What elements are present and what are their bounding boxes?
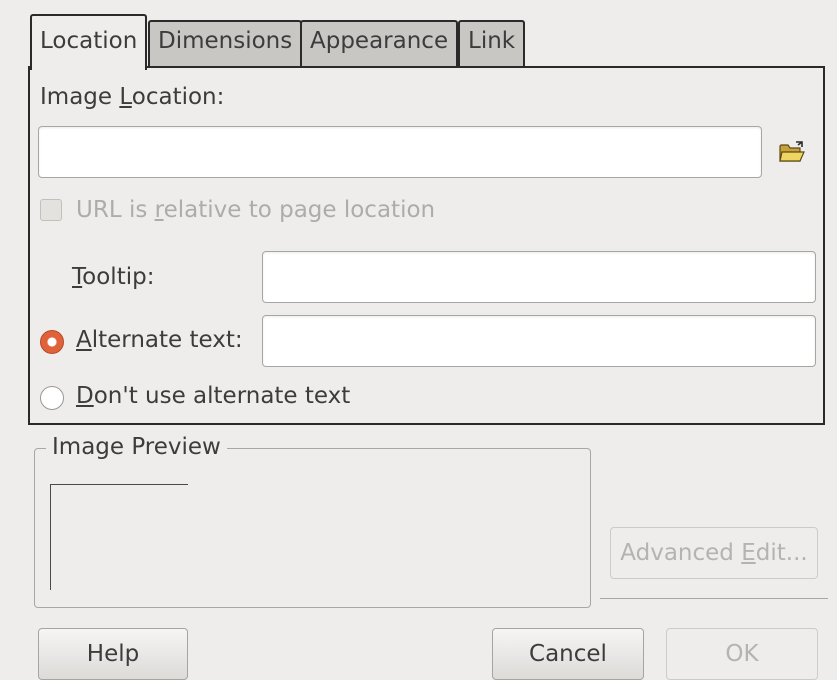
ok-button[interactable]: OK [666,628,818,680]
url-relative-label-rest: elative to page location [163,197,436,223]
help-button[interactable]: Help [38,628,188,680]
separator-line [600,598,828,599]
url-relative-checkbox[interactable] [40,199,62,221]
url-relative-mnemonic: r [154,197,164,223]
tooltip-label: Tooltip: [72,264,154,290]
advanced-edit-label-rest: dit... [755,540,808,566]
preview-top-edge [50,484,188,485]
no-alternate-text-mnemonic: D [76,383,94,409]
image-location-label-rest: ocation: [131,84,225,110]
tooltip-input[interactable] [262,251,816,303]
help-button-label: Help [86,641,140,667]
image-location-mnemonic: L [119,84,132,110]
alternate-text-input[interactable] [262,315,816,367]
tooltip-mnemonic: T [72,264,83,290]
preview-left-edge [50,484,51,590]
image-preview-area [50,484,188,590]
cancel-button-label: Cancel [529,641,607,667]
tab-location[interactable]: Location [30,14,148,70]
no-alternate-text-radio[interactable] [40,386,64,410]
image-location-label-text: Image [40,84,120,110]
location-panel [28,66,825,425]
image-location-input[interactable] [38,126,762,178]
tab-link[interactable]: Link [458,20,526,68]
url-relative-label: URL is relative to page location [76,197,435,223]
ok-button-label: OK [725,641,759,667]
no-alternate-text-label-rest: on't use alternate text [93,383,351,409]
image-location-label: Image Location: [40,84,224,110]
advanced-edit-button[interactable]: Advanced Edit... [610,527,818,579]
tab-appearance[interactable]: Appearance [300,20,459,68]
alternate-text-label: Alternate text: [76,327,243,353]
tooltip-label-rest: ooltip: [82,264,155,290]
alternate-text-label-rest: lternate text: [91,327,243,353]
url-relative-label-text: URL is [76,197,155,223]
cancel-button[interactable]: Cancel [492,628,644,680]
tab-appearance-label: Appearance [310,28,449,54]
advanced-edit-label: Advanced [620,540,742,566]
no-alternate-text-label: Don't use alternate text [76,383,350,409]
tab-link-label: Link [468,28,516,54]
tab-dimensions[interactable]: Dimensions [148,20,303,68]
alternate-text-radio[interactable] [40,330,64,354]
advanced-edit-mnemonic: E [741,540,756,566]
folder-open-icon[interactable] [778,140,806,164]
tab-location-label: Location [40,28,138,54]
image-preview-legend: Image Preview [46,434,227,460]
tab-dimensions-label: Dimensions [158,28,293,54]
alternate-text-mnemonic: A [76,327,92,353]
